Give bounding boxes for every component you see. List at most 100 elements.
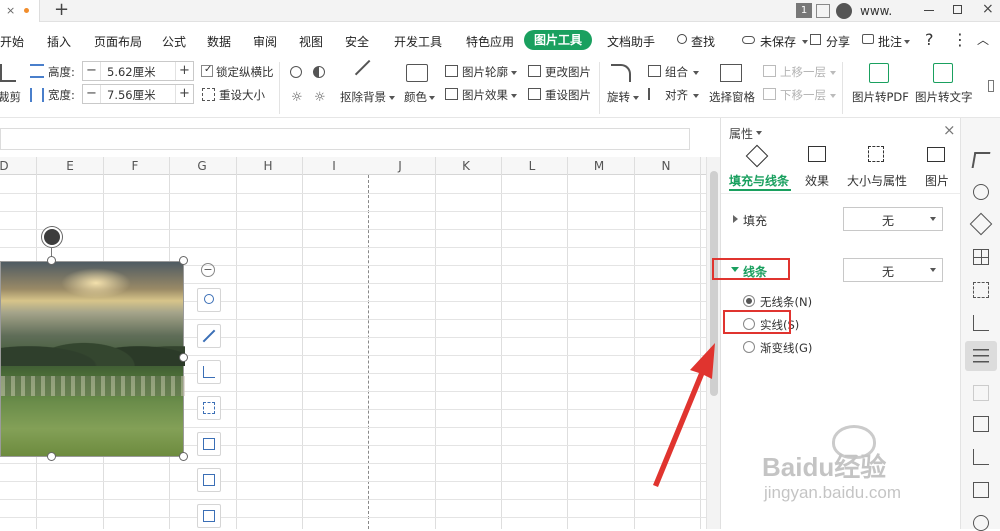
change-picture-label[interactable]: 更改图片 bbox=[545, 64, 591, 80]
share-label[interactable]: 分享 bbox=[826, 33, 850, 50]
width-value[interactable]: 7.56厘米 bbox=[107, 87, 156, 103]
gradient-line-radio[interactable] bbox=[743, 341, 755, 353]
remove-background-label[interactable]: 抠除背景 bbox=[340, 89, 386, 105]
menu-data[interactable]: 数据 bbox=[207, 33, 231, 50]
color-caret[interactable] bbox=[429, 96, 435, 100]
increase-contrast-icon[interactable] bbox=[290, 66, 302, 78]
share-icon[interactable] bbox=[810, 34, 821, 45]
document-tab[interactable]: × bbox=[0, 0, 40, 22]
rotate-icon[interactable] bbox=[611, 64, 631, 82]
table-icon[interactable] bbox=[973, 249, 989, 265]
column-header[interactable]: H bbox=[238, 157, 298, 175]
height-decrease-button[interactable]: − bbox=[83, 62, 101, 80]
menu-formula[interactable]: 公式 bbox=[162, 33, 186, 50]
reset-picture-label[interactable]: 重设图片 bbox=[545, 87, 591, 103]
minimize-icon[interactable] bbox=[924, 10, 934, 11]
remove-bg-float-button[interactable] bbox=[197, 324, 221, 348]
crop-float-button[interactable] bbox=[197, 360, 221, 384]
column-header[interactable]: I bbox=[304, 157, 364, 175]
column-header[interactable]: M bbox=[569, 157, 629, 175]
fill-dropdown[interactable]: 无 bbox=[843, 207, 943, 231]
color-label[interactable]: 颜色 bbox=[404, 89, 427, 105]
lock-ratio-label[interactable]: 锁定纵横比 bbox=[216, 64, 274, 80]
reset-picture-icon[interactable] bbox=[528, 88, 541, 100]
style-icon[interactable] bbox=[969, 212, 993, 236]
line-dropdown[interactable]: 无 bbox=[843, 258, 943, 282]
close-window-icon[interactable]: × bbox=[982, 1, 994, 17]
menu-doc-assistant[interactable]: 文档助手 bbox=[607, 33, 655, 50]
zoom-in-button[interactable] bbox=[197, 288, 221, 312]
color-picture-icon[interactable] bbox=[406, 64, 428, 82]
menu-developer[interactable]: 开发工具 bbox=[394, 33, 442, 50]
column-header[interactable]: F bbox=[105, 157, 165, 175]
width-decrease-button[interactable]: − bbox=[83, 85, 101, 103]
height-value[interactable]: 5.62厘米 bbox=[107, 64, 156, 80]
rotate-caret[interactable] bbox=[633, 96, 639, 100]
reset-size-icon[interactable] bbox=[202, 88, 215, 101]
change-picture-icon[interactable] bbox=[528, 65, 541, 77]
unsaved-dropdown-caret[interactable] bbox=[802, 40, 808, 44]
selected-picture[interactable] bbox=[0, 261, 185, 457]
unsaved-label[interactable]: 未保存 bbox=[760, 33, 796, 50]
picture-to-text-label[interactable]: 图片转文字 bbox=[915, 89, 973, 105]
magic-wand-icon[interactable] bbox=[354, 59, 384, 89]
picture-to-text-icon[interactable] bbox=[933, 63, 953, 83]
group-icon[interactable] bbox=[648, 65, 661, 77]
selection-pane-label[interactable]: 选择窗格 bbox=[709, 89, 755, 105]
menu-page-layout[interactable]: 页面布局 bbox=[94, 33, 142, 50]
width-increase-button[interactable]: + bbox=[175, 85, 193, 103]
group-label[interactable]: 组合 bbox=[665, 64, 688, 80]
picture-effects-caret[interactable] bbox=[511, 94, 517, 98]
new-tab-button[interactable]: + bbox=[54, 0, 69, 20]
collapse-ribbon-icon[interactable]: ︿ bbox=[977, 31, 989, 48]
comment-icon[interactable] bbox=[862, 34, 874, 44]
panel-close-icon[interactable]: × bbox=[943, 121, 956, 139]
properties-sidebar-button[interactable] bbox=[965, 341, 997, 371]
column-header[interactable]: L bbox=[502, 157, 562, 175]
resize-float-button[interactable] bbox=[197, 396, 221, 420]
export-icon[interactable] bbox=[973, 449, 989, 465]
align-label[interactable]: 对齐 bbox=[665, 87, 688, 103]
effects-icon[interactable] bbox=[808, 146, 826, 162]
picture-outline-icon[interactable] bbox=[445, 65, 458, 77]
decrease-brightness-icon[interactable]: ☼ bbox=[314, 91, 326, 104]
apps-grid-icon[interactable] bbox=[973, 282, 989, 298]
column-header[interactable]: N bbox=[636, 157, 696, 175]
lock-ratio-checkbox[interactable]: ✓ bbox=[201, 64, 213, 77]
decrease-contrast-icon[interactable] bbox=[313, 66, 325, 78]
menu-picture-tools[interactable]: 图片工具 bbox=[524, 30, 592, 50]
gradient-line-label[interactable]: 渐变线(G) bbox=[760, 340, 812, 356]
formula-bar[interactable] bbox=[0, 128, 690, 150]
picture-effects-icon[interactable] bbox=[445, 88, 458, 100]
comment-dropdown-caret[interactable] bbox=[904, 40, 910, 44]
picture-outline-label[interactable]: 图片轮廓 bbox=[462, 64, 508, 80]
cloud-icon[interactable] bbox=[742, 36, 755, 44]
fill-expand-icon[interactable] bbox=[733, 215, 738, 223]
remove-background-caret[interactable] bbox=[389, 96, 395, 100]
picture-copy-float-button[interactable] bbox=[197, 468, 221, 492]
menu-home[interactable]: 开始 bbox=[0, 33, 24, 50]
panel-title[interactable]: 属性 bbox=[729, 125, 753, 142]
column-header[interactable]: D bbox=[0, 157, 28, 175]
fill-dropdown-caret[interactable] bbox=[930, 217, 936, 221]
select-cursor-icon[interactable] bbox=[971, 152, 991, 168]
height-increase-button[interactable]: + bbox=[175, 62, 193, 80]
resize-handle-bottom[interactable] bbox=[47, 452, 56, 461]
search-label[interactable]: 查找 bbox=[691, 33, 715, 50]
resize-handle-bottom-right[interactable] bbox=[179, 452, 188, 461]
rotate-label[interactable]: 旋转 bbox=[607, 89, 630, 105]
crop-label[interactable]: 裁剪 bbox=[0, 89, 21, 105]
picture-more-float-button[interactable] bbox=[197, 504, 221, 528]
size-icon[interactable] bbox=[868, 146, 884, 162]
resize-handle-right[interactable] bbox=[179, 353, 188, 362]
width-field[interactable]: − 7.56厘米 + bbox=[82, 84, 194, 104]
increase-brightness-icon[interactable]: ☼ bbox=[291, 91, 303, 104]
layout-icon[interactable] bbox=[816, 4, 830, 18]
tab-size-and-properties[interactable]: 大小与属性 bbox=[847, 172, 907, 189]
menu-review[interactable]: 审阅 bbox=[253, 33, 277, 50]
tab-picture[interactable]: 图片 bbox=[925, 172, 949, 189]
resize-handle-top-right[interactable] bbox=[179, 256, 188, 265]
reset-size-label[interactable]: 重设大小 bbox=[219, 87, 265, 103]
panel-title-caret[interactable] bbox=[756, 131, 762, 135]
selection-pane-icon[interactable] bbox=[720, 64, 742, 82]
